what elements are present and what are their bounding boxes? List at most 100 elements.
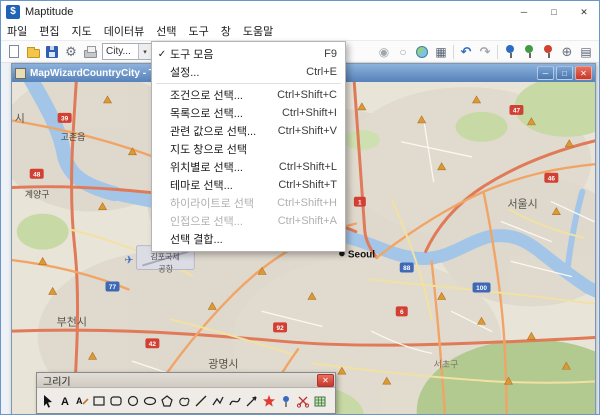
menu-item-dataview[interactable]: 데이터뷰 xyxy=(98,24,150,40)
maptitude-window: $ Maptitude ─ □ ✕ 파일 편집 지도 데이터뷰 선택 도구 창 … xyxy=(0,0,600,415)
menu-item-select-by-condition[interactable]: 조건으로 선택... Ctrl+Shift+C xyxy=(152,86,345,104)
zoom-in-icon: ⊕ xyxy=(562,45,573,58)
menu-shortcut: Ctrl+Shift+H xyxy=(263,197,337,209)
route-badge: 39 xyxy=(61,115,69,122)
redo-button[interactable]: ↷ xyxy=(476,42,494,61)
maximize-button[interactable]: □ xyxy=(539,1,569,23)
toolbar-separator xyxy=(497,45,498,59)
clear-selection-button[interactable]: ○ xyxy=(394,42,412,61)
menu-item-map[interactable]: 지도 xyxy=(66,24,98,40)
rounded-rectangle-tool[interactable] xyxy=(108,390,124,411)
selection-menu-dropdown: ✓ 도구 모음 F9 설정... Ctrl+E 조건으로 선택... Ctrl+… xyxy=(151,41,346,252)
globe-icon xyxy=(416,46,428,58)
pin-red-button[interactable] xyxy=(539,42,557,61)
settings-button[interactable]: ⚙ xyxy=(62,42,80,61)
curve-tool[interactable] xyxy=(227,390,243,411)
map-maximize-button[interactable]: □ xyxy=(556,66,573,80)
polygon-tool[interactable] xyxy=(159,390,175,411)
svg-text:A: A xyxy=(61,396,69,408)
polyline-tool[interactable] xyxy=(210,390,226,411)
menu-shortcut: Ctrl+Shift+I xyxy=(268,107,337,119)
save-button[interactable] xyxy=(43,42,61,61)
menu-item-file[interactable]: 파일 xyxy=(1,24,33,40)
pin-red-icon xyxy=(541,44,555,59)
pointer-tool[interactable] xyxy=(40,390,56,411)
star-tool[interactable] xyxy=(261,390,277,411)
pin-green-icon xyxy=(522,44,536,59)
label-airport-2: 공항 xyxy=(158,265,173,274)
grid-tool[interactable] xyxy=(312,390,328,411)
city-combo[interactable]: City... ▾ xyxy=(102,43,152,60)
menu-item-edit[interactable]: 편집 xyxy=(33,24,65,40)
menu-item-combine-selection[interactable]: 선택 결합... xyxy=(152,230,345,248)
menu-item-select-by-theme[interactable]: 테마로 선택... Ctrl+Shift+T xyxy=(152,176,345,194)
menu-item-selection[interactable]: 선택 xyxy=(150,24,182,40)
route-badge: 47 xyxy=(513,108,521,115)
menu-item-settings[interactable]: 설정... Ctrl+E xyxy=(152,63,345,81)
ellipse-tool[interactable] xyxy=(142,390,158,411)
menu-shortcut: Ctrl+Shift+T xyxy=(264,179,337,191)
check-icon: ✓ xyxy=(154,49,170,60)
menu-item-select-from-list[interactable]: 목록으로 선택... Ctrl+Shift+I xyxy=(152,104,345,122)
globe-button[interactable] xyxy=(413,42,431,61)
drawing-toolbar: 그리기 ✕ A A xyxy=(36,372,336,414)
drawing-close-button[interactable]: ✕ xyxy=(317,374,334,387)
new-document-icon xyxy=(9,45,19,58)
dataview-button[interactable]: ▦ xyxy=(432,42,450,61)
label-seocho: 서초구 xyxy=(434,359,459,369)
menu-item-label: 조건으로 선택... xyxy=(170,87,243,103)
freehand-tool[interactable] xyxy=(176,390,192,411)
map-close-button[interactable]: ✕ xyxy=(575,66,592,80)
label-gyeyang: 계양구 xyxy=(25,189,50,200)
layers-button[interactable]: ▤ xyxy=(577,42,595,61)
menu-item-select-by-location[interactable]: 위치별로 선택... Ctrl+Shift+L xyxy=(152,158,345,176)
ellipse-icon xyxy=(143,394,157,408)
pin-tool[interactable] xyxy=(278,390,294,411)
circle-icon xyxy=(126,394,140,408)
pointer-icon xyxy=(41,394,55,408)
arrow-tool[interactable] xyxy=(244,390,260,411)
chevron-down-icon[interactable]: ▾ xyxy=(138,44,151,59)
menu-item-select-by-linked-value[interactable]: 관련 값으로 선택... Ctrl+Shift+V xyxy=(152,122,345,140)
grid-icon: ▦ xyxy=(435,46,446,58)
route-badge: 42 xyxy=(149,341,157,348)
undo-button[interactable]: ↶ xyxy=(457,42,475,61)
print-button[interactable] xyxy=(81,42,99,61)
scissors-tool[interactable] xyxy=(295,390,311,411)
select-pointer-button[interactable]: ◉ xyxy=(375,42,393,61)
gear-icon: ⚙ xyxy=(65,45,77,58)
rectangle-tool[interactable] xyxy=(91,390,107,411)
menu-item-toolbars[interactable]: ✓ 도구 모음 F9 xyxy=(152,45,345,63)
open-button[interactable] xyxy=(24,42,42,61)
menu-item-help[interactable]: 도움말 xyxy=(237,24,279,40)
menu-item-label: 위치별로 선택... xyxy=(170,159,243,175)
menu-item-tools[interactable]: 도구 xyxy=(182,24,214,40)
label-tool[interactable]: A xyxy=(74,390,90,411)
window-controls: ─ □ ✕ xyxy=(509,1,599,23)
new-workspace-button[interactable] xyxy=(5,42,23,61)
route-badge: 100 xyxy=(476,285,487,292)
line-icon xyxy=(194,394,208,408)
text-tool[interactable]: A xyxy=(57,390,73,411)
route-badge: 46 xyxy=(548,175,556,182)
pin-green-button[interactable] xyxy=(520,42,538,61)
map-minimize-button[interactable]: ─ xyxy=(537,66,554,80)
menu-separator xyxy=(156,83,341,84)
polygon-icon xyxy=(160,394,174,408)
label-gwangmyeong: 광명시 xyxy=(208,357,238,370)
pin-blue-button[interactable] xyxy=(501,42,519,61)
pin-blue-icon xyxy=(503,44,517,59)
label-seoul-en: Seoul xyxy=(348,250,375,261)
menu-item-select-by-map-window[interactable]: 지도 창으로 선택 xyxy=(152,140,345,158)
zoom-button[interactable]: ⊕ xyxy=(558,42,576,61)
drawing-toolbar-titlebar[interactable]: 그리기 ✕ xyxy=(37,373,335,388)
menu-item-window[interactable]: 창 xyxy=(215,24,237,40)
circle-tool[interactable] xyxy=(125,390,141,411)
label-seoul-si: 서울시 xyxy=(507,198,537,211)
line-tool[interactable] xyxy=(193,390,209,411)
print-icon xyxy=(84,50,97,58)
minimize-button[interactable]: ─ xyxy=(509,1,539,23)
scissors-icon xyxy=(296,394,310,408)
label-partial-city: 시 xyxy=(15,113,25,125)
close-button[interactable]: ✕ xyxy=(569,1,599,23)
